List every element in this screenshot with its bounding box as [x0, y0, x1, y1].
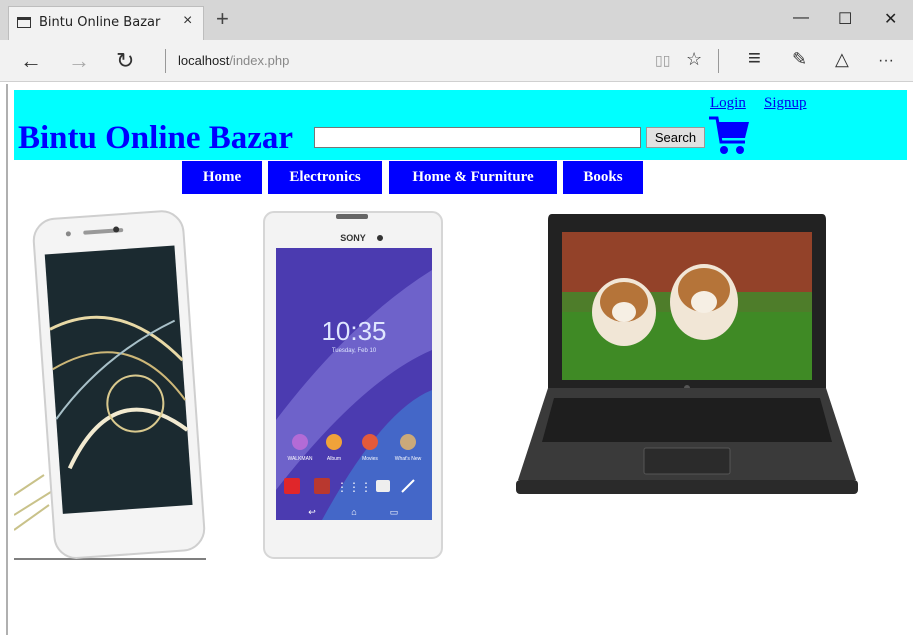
sony-xperia-image[interactable]: SONY 10:35 Tuesday, Feb 10 WALKMAN Album… — [262, 210, 446, 562]
tab-page-icon — [17, 17, 31, 28]
nav-books[interactable]: Books — [563, 161, 643, 194]
signup-link[interactable]: Signup — [764, 95, 807, 112]
app-label-movies: Movies — [362, 456, 378, 462]
refresh-button[interactable]: ↻ — [116, 48, 134, 74]
minimize-button[interactable]: — — [793, 9, 809, 27]
address-path: /index.php — [229, 53, 290, 68]
phone-date: Tuesday, Feb 10 — [332, 348, 377, 354]
tab-close-icon[interactable]: × — [183, 12, 192, 30]
tab-title: Bintu Online Bazar — [39, 15, 161, 30]
site-header: Login Signup Bintu Online Bazar Search — [14, 90, 907, 160]
login-link[interactable]: Login — [710, 95, 746, 112]
maximize-button[interactable]: ☐ — [838, 9, 852, 29]
close-window-button[interactable]: ✕ — [884, 9, 897, 29]
address-field[interactable]: localhost/index.php — [178, 53, 289, 68]
tab-bar: Bintu Online Bazar × + — ☐ ✕ — [0, 0, 913, 40]
window-left-border — [6, 84, 8, 635]
app-label-walkman: WALKMAN — [287, 456, 312, 462]
app-label-album: Album — [327, 456, 341, 462]
forward-button[interactable]: → — [68, 48, 90, 74]
nav-home-furniture[interactable]: Home & Furniture — [389, 161, 557, 194]
search-input[interactable] — [314, 127, 641, 148]
back-button[interactable]: ← — [20, 48, 42, 74]
svg-text:⌂: ⌂ — [351, 507, 356, 517]
reading-view-icon[interactable]: ▯▯ — [655, 52, 670, 69]
svg-text:↩: ↩ — [308, 507, 316, 517]
web-note-icon[interactable]: ✎ — [792, 49, 807, 70]
phone-clock: 10:35 — [321, 316, 386, 346]
favorite-star-icon[interactable]: ☆ — [686, 49, 702, 70]
phone-brand-label: SONY — [340, 233, 366, 243]
hub-icon[interactable]: ≡ — [748, 45, 761, 71]
svg-text:⋮⋮⋮: ⋮⋮⋮ — [336, 480, 372, 494]
shopping-cart-icon[interactable] — [707, 112, 751, 158]
search-button[interactable]: Search — [646, 127, 705, 148]
nav-electronics[interactable]: Electronics — [268, 161, 382, 194]
browser-tab[interactable]: Bintu Online Bazar × — [8, 6, 204, 40]
address-toolbar: ← → ↻ localhost/index.php ▯▯ ☆ ≡ ✎ △ ··· — [0, 40, 913, 82]
site-title: Bintu Online Bazar — [18, 120, 294, 156]
svg-text:▭: ▭ — [390, 507, 399, 517]
share-icon[interactable]: △ — [835, 49, 849, 70]
laptop-image[interactable] — [514, 212, 860, 502]
address-host: localhost — [178, 53, 230, 68]
address-separator — [165, 49, 166, 73]
more-icon[interactable]: ··· — [878, 52, 894, 70]
nav-home[interactable]: Home — [182, 161, 262, 194]
app-label-whats-new: What's New — [395, 456, 422, 462]
new-tab-button[interactable]: + — [216, 6, 229, 32]
white-smartphone-image[interactable] — [14, 205, 210, 563]
toolbar-separator — [718, 49, 719, 73]
